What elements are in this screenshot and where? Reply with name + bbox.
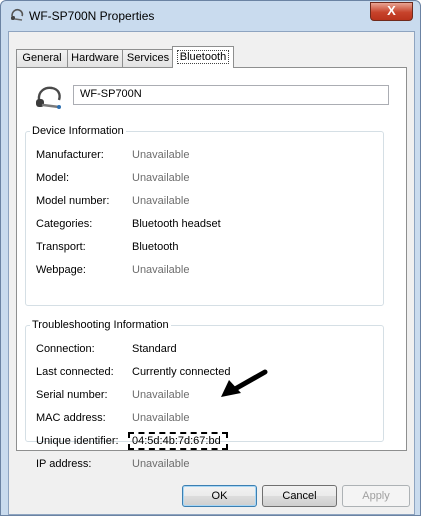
mac-address-label: MAC address: bbox=[36, 412, 106, 424]
apply-button[interactable]: Apply bbox=[342, 485, 410, 507]
model-value: Unavailable bbox=[132, 172, 190, 184]
ok-button[interactable]: OK bbox=[182, 485, 257, 507]
manufacturer-label: Manufacturer: bbox=[36, 149, 104, 161]
serial-number-label: Serial number: bbox=[36, 389, 108, 401]
properties-window: WF-SP700N Properties X General Hardware … bbox=[0, 0, 421, 516]
troubleshooting-legend: Troubleshooting Information bbox=[32, 319, 169, 331]
connection-value: Standard bbox=[132, 343, 177, 355]
ip-address-value: Unavailable bbox=[132, 458, 190, 470]
pointer-arrow-icon bbox=[221, 369, 268, 397]
tab-bluetooth[interactable]: Bluetooth bbox=[172, 46, 234, 68]
bluetooth-panel: WF-SP700N Device Information Manufacture… bbox=[16, 67, 407, 470]
close-button[interactable]: X bbox=[370, 2, 413, 21]
headset-icon bbox=[36, 86, 61, 109]
device-information-legend: Device Information bbox=[32, 125, 124, 137]
connection-label: Connection: bbox=[36, 343, 95, 355]
model-label: Model: bbox=[36, 172, 70, 184]
cancel-button[interactable]: Cancel bbox=[262, 485, 337, 507]
webpage-label: Webpage: bbox=[36, 264, 86, 276]
identifier-highlight-box bbox=[128, 432, 228, 450]
tab-bluetooth-label: Bluetooth bbox=[176, 50, 230, 64]
model-number-value: Unavailable bbox=[132, 195, 190, 207]
ip-address-label: IP address: bbox=[36, 458, 92, 470]
model-number-label: Model number: bbox=[36, 195, 110, 207]
manufacturer-value: Unavailable bbox=[132, 149, 190, 161]
tab-hardware[interactable]: Hardware bbox=[67, 49, 123, 67]
categories-value: Bluetooth headset bbox=[132, 218, 221, 230]
headset-icon bbox=[11, 8, 24, 21]
title-bar[interactable]: WF-SP700N Properties X bbox=[1, 1, 420, 31]
categories-label: Categories: bbox=[36, 218, 93, 230]
unique-identifier-label: Unique identifier: bbox=[36, 435, 119, 447]
mac-address-value: Unavailable bbox=[132, 412, 190, 424]
device-name-field[interactable]: WF-SP700N bbox=[73, 85, 389, 105]
window-title: WF-SP700N Properties bbox=[29, 9, 155, 23]
transport-label: Transport: bbox=[36, 241, 86, 253]
troubleshooting-group: Troubleshooting Information Connection: … bbox=[25, 319, 384, 470]
serial-number-value: Unavailable bbox=[132, 389, 190, 401]
tab-services[interactable]: Services bbox=[122, 49, 174, 67]
webpage-value: Unavailable bbox=[132, 264, 190, 276]
last-connected-value: Currently connected bbox=[132, 366, 231, 378]
transport-value: Bluetooth bbox=[132, 241, 179, 253]
last-connected-label: Last connected: bbox=[36, 366, 114, 378]
device-information-group: Device Information Manufacturer: Unavail… bbox=[25, 125, 384, 306]
dialog-client-area: General Hardware Services Bluetooth WF-S… bbox=[8, 31, 415, 515]
tab-general[interactable]: General bbox=[16, 49, 68, 67]
